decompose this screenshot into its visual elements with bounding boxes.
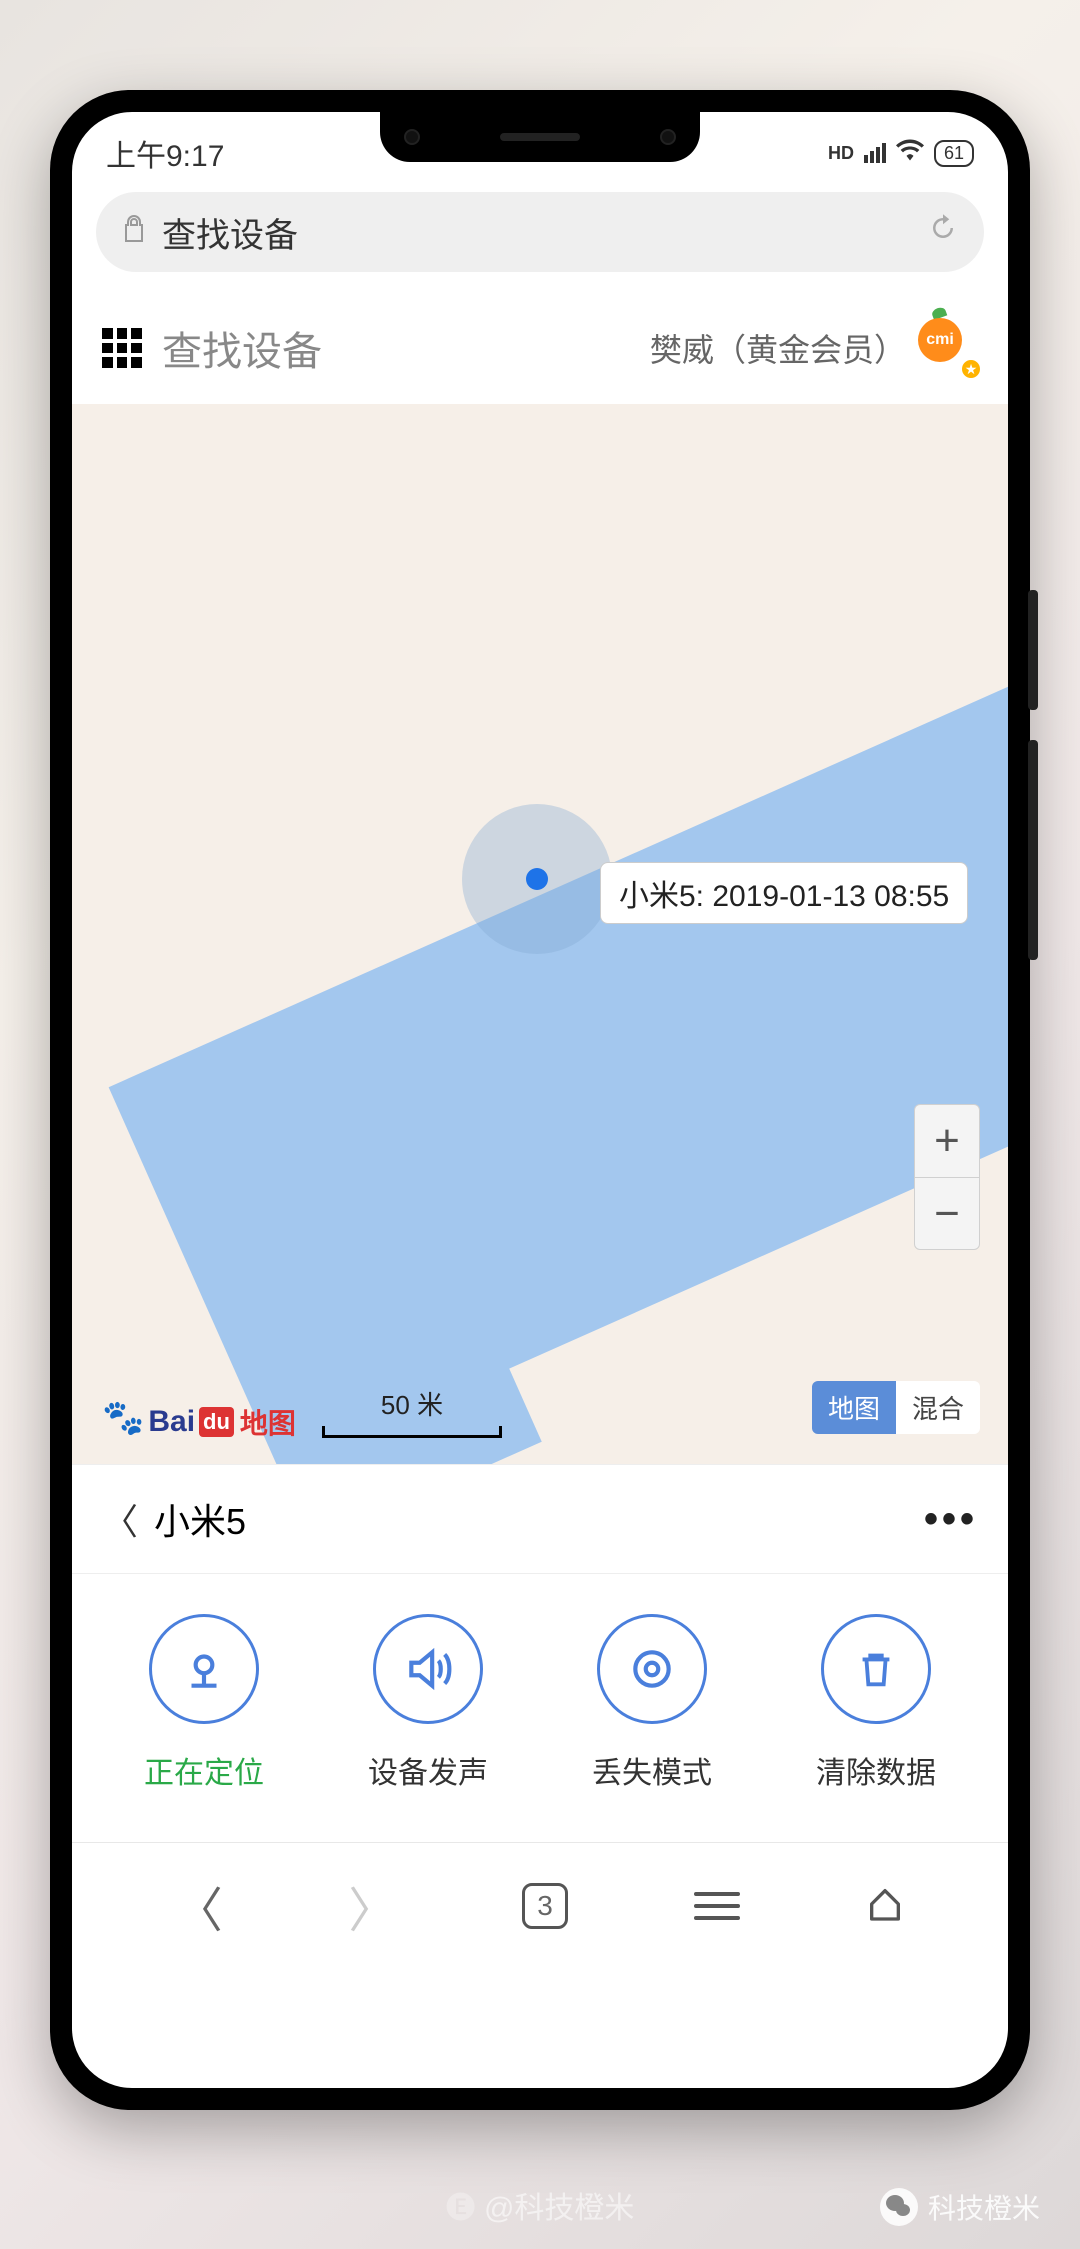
- action-lost[interactable]: 丢失模式: [592, 1614, 712, 1792]
- scale-bar-icon: [322, 1426, 502, 1438]
- nav-back-button[interactable]: 〈: [175, 1871, 223, 1941]
- watermark-wechat: 科技橙米: [880, 2187, 1040, 2227]
- device-back[interactable]: 〈 小米5: [102, 1493, 246, 1545]
- side-button: [1028, 590, 1038, 710]
- zoom-controls: + −: [914, 1104, 980, 1250]
- action-erase-label: 清除数据: [816, 1748, 936, 1792]
- user-name: 樊威（黄金会员）: [650, 325, 906, 371]
- more-menu-button[interactable]: •••: [924, 1497, 978, 1542]
- signal-icon: [864, 143, 886, 163]
- paw-icon: 🐾: [102, 1398, 144, 1438]
- lock-icon: [122, 215, 146, 250]
- hd-indicator: HD: [828, 143, 854, 164]
- map-area[interactable]: 小米5: 2019-01-13 08:55 + − 地图 混合 🐾 Baidu地…: [72, 404, 1008, 1464]
- phone-notch: [380, 112, 700, 162]
- action-sound-label: 设备发声: [368, 1748, 488, 1792]
- locate-icon: [149, 1614, 259, 1724]
- action-locate[interactable]: 正在定位: [144, 1614, 264, 1792]
- location-callout[interactable]: 小米5: 2019-01-13 08:55: [600, 862, 968, 924]
- address-bar-title: 查找设备: [162, 208, 912, 257]
- map-layer-toggle[interactable]: 地图 混合: [812, 1381, 980, 1434]
- action-erase[interactable]: 清除数据: [816, 1614, 936, 1792]
- action-row: 正在定位 设备发声 丢失模式 清除数据: [72, 1573, 1008, 1842]
- nav-menu-button[interactable]: [694, 1892, 740, 1920]
- nav-home-button[interactable]: [865, 1884, 905, 1929]
- target-icon: [597, 1614, 707, 1724]
- layer-map[interactable]: 地图: [812, 1381, 896, 1434]
- avatar-icon: cmi ★: [918, 318, 978, 378]
- zoom-in-button[interactable]: +: [915, 1105, 979, 1177]
- location-dot-icon: [526, 868, 548, 890]
- baidu-map-logo: 🐾 Baidu地图: [102, 1402, 296, 1442]
- device-bar: 〈 小米5 •••: [72, 1464, 1008, 1573]
- location-marker[interactable]: [462, 804, 612, 954]
- wechat-icon: [880, 2188, 918, 2226]
- reload-icon[interactable]: [928, 213, 958, 251]
- action-sound[interactable]: 设备发声: [368, 1614, 488, 1792]
- side-button: [1028, 740, 1038, 960]
- sound-icon: [373, 1614, 483, 1724]
- action-locate-label: 正在定位: [144, 1748, 264, 1792]
- nav-forward-button[interactable]: 〉: [348, 1871, 396, 1941]
- status-time: 上午9:17: [106, 131, 224, 175]
- app-header: 查找设备 樊威（黄金会员） cmi ★: [72, 288, 1008, 404]
- nav-tabs-button[interactable]: 3: [522, 1883, 568, 1929]
- scale-label: 50 米: [381, 1385, 443, 1422]
- screen: 上午9:17 HD 61 查找设备: [72, 112, 1008, 2088]
- browser-address-bar[interactable]: 查找设备: [96, 192, 984, 272]
- app-title: 查找设备: [162, 319, 630, 377]
- user-info[interactable]: 樊威（黄金会员） cmi ★: [650, 318, 978, 378]
- wifi-icon: [896, 139, 924, 167]
- layer-hybrid[interactable]: 混合: [896, 1381, 980, 1434]
- chevron-left-icon: 〈: [102, 1493, 138, 1545]
- battery-indicator: 61: [934, 140, 974, 167]
- device-name: 小米5: [154, 1493, 246, 1545]
- menu-grid-icon[interactable]: [102, 328, 142, 368]
- map-scale: 50 米: [322, 1385, 502, 1438]
- zoom-out-button[interactable]: −: [915, 1177, 979, 1249]
- browser-bottom-nav: 〈 〉 3: [72, 1842, 1008, 1981]
- phone-frame: 上午9:17 HD 61 查找设备: [50, 90, 1030, 2110]
- trash-icon: [821, 1614, 931, 1724]
- action-lost-label: 丢失模式: [592, 1748, 712, 1792]
